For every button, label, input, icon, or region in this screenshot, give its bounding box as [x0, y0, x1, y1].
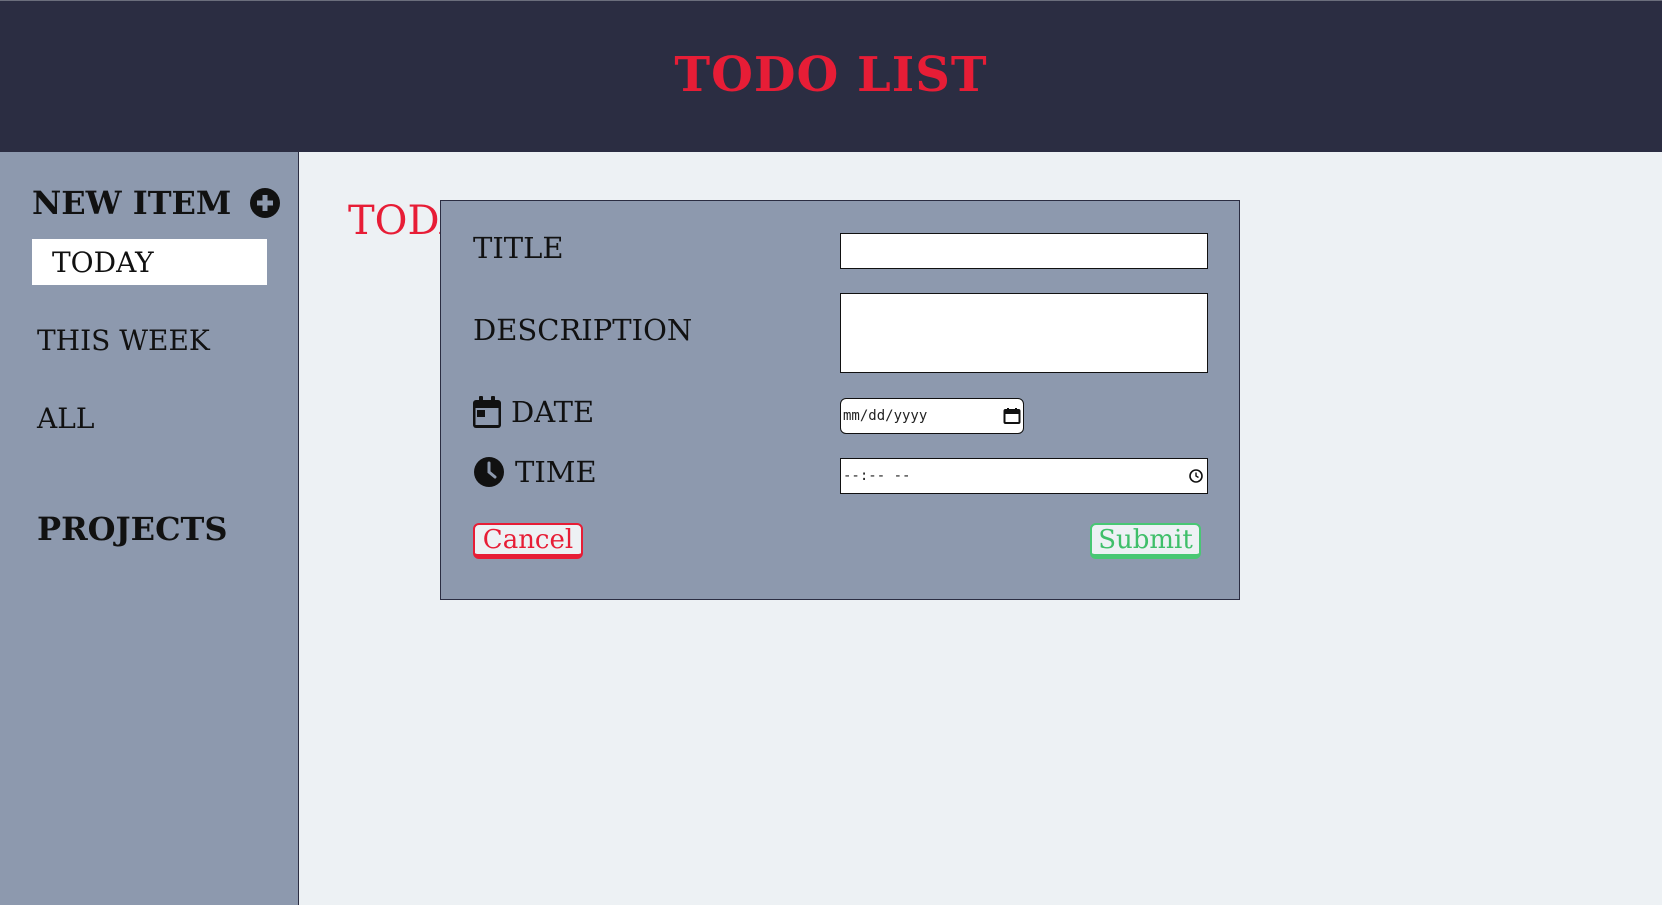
sidebar-item-today[interactable]: TODAY: [32, 239, 267, 285]
time-placeholder: --:-- --: [843, 468, 911, 484]
sidebar-item-all[interactable]: ALL: [32, 395, 267, 441]
projects-heading: PROJECTS: [37, 510, 228, 548]
time-input[interactable]: --:-- --: [840, 458, 1208, 494]
description-label-text: DESCRIPTION: [473, 313, 693, 347]
cancel-button[interactable]: Cancel: [473, 523, 583, 559]
app-title: TODO LIST: [674, 46, 988, 103]
calendar-icon: [473, 396, 501, 428]
new-item-dialog: TITLE DESCRIPTION DATE mm/dd/yyyy TIME -…: [440, 200, 1240, 600]
clock-icon: [474, 457, 504, 487]
title-label-text: TITLE: [473, 231, 564, 265]
title-label: TITLE: [473, 231, 564, 265]
sidebar: NEW ITEM TODAY THIS WEEK ALL PROJECTS: [0, 152, 299, 905]
sidebar-item-this-week[interactable]: THIS WEEK: [32, 317, 267, 363]
submit-button-label: Submit: [1098, 524, 1193, 555]
sidebar-item-label: ALL: [37, 401, 95, 435]
description-label: DESCRIPTION: [473, 313, 692, 347]
plus-circle-icon[interactable]: [249, 187, 281, 219]
time-label-text: TIME: [515, 455, 597, 489]
sidebar-item-label: TODAY: [52, 245, 154, 279]
date-label: DATE: [473, 395, 594, 429]
app-header: TODO LIST: [0, 0, 1662, 152]
date-input[interactable]: mm/dd/yyyy: [840, 398, 1024, 434]
calendar-picker-icon[interactable]: [1003, 407, 1021, 425]
new-item-label: NEW ITEM: [32, 184, 232, 222]
date-label-text: DATE: [511, 395, 595, 429]
clock-picker-icon[interactable]: [1188, 468, 1204, 484]
cancel-button-label: Cancel: [482, 524, 574, 555]
description-input[interactable]: [840, 293, 1208, 373]
submit-button[interactable]: Submit: [1090, 523, 1201, 559]
new-item-button[interactable]: NEW ITEM: [32, 184, 281, 222]
sidebar-item-label: THIS WEEK: [37, 323, 210, 357]
time-label: TIME: [473, 455, 597, 489]
date-placeholder: mm/dd/yyyy: [843, 408, 928, 424]
title-input[interactable]: [840, 233, 1208, 269]
